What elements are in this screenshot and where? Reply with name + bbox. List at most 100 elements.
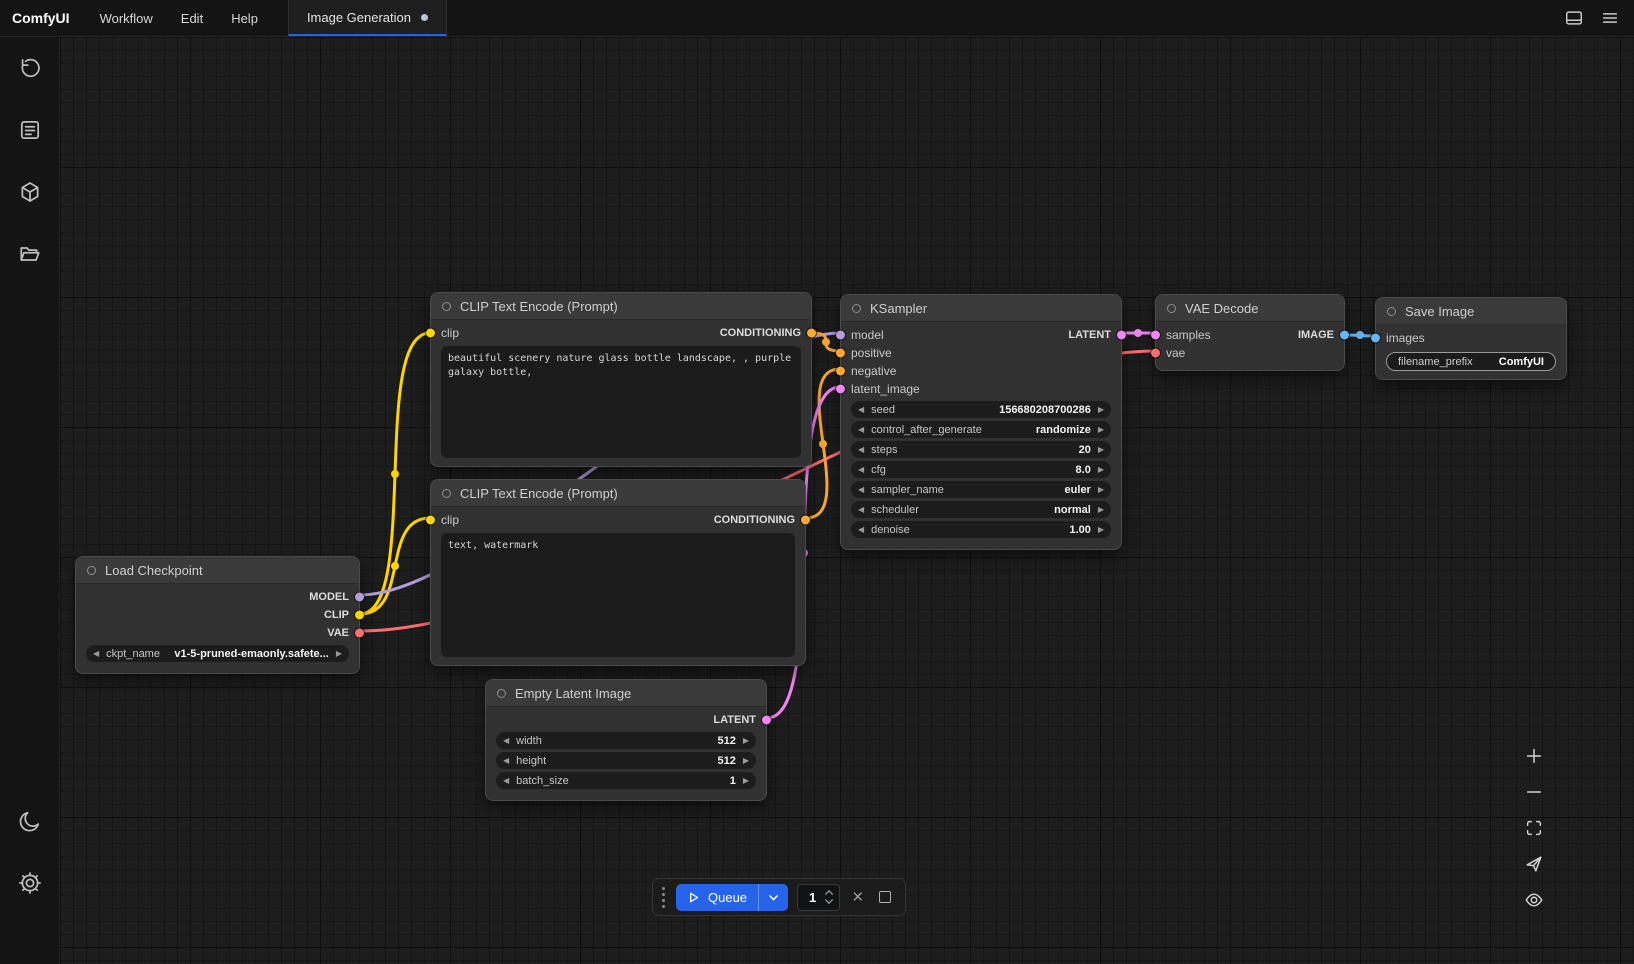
node-header[interactable]: Empty Latent Image bbox=[486, 680, 766, 707]
menu-edit[interactable]: Edit bbox=[167, 0, 217, 36]
fit-view-button[interactable] bbox=[1522, 816, 1546, 840]
prev-arrow-icon[interactable]: ◀ bbox=[858, 426, 864, 434]
port-images-input[interactable] bbox=[1371, 334, 1380, 343]
prev-arrow-icon[interactable]: ◀ bbox=[503, 737, 509, 745]
node-clip-text-encode-negative[interactable]: CLIP Text Encode (Prompt) clip CONDITION… bbox=[430, 479, 806, 666]
node-clip-text-encode-positive[interactable]: CLIP Text Encode (Prompt) clip CONDITION… bbox=[430, 292, 812, 467]
port-clip-input[interactable] bbox=[426, 516, 435, 525]
widget-sampler-name[interactable]: ◀ sampler_name euler ▶ bbox=[851, 481, 1111, 498]
port-vae-input[interactable] bbox=[1151, 349, 1160, 358]
port-clip-output[interactable] bbox=[355, 611, 364, 620]
next-arrow-icon[interactable]: ▶ bbox=[743, 777, 749, 785]
widget-ckpt-name[interactable]: ◀ ckpt_name v1-5-pruned-emaonly.safete..… bbox=[86, 645, 349, 662]
node-graph-canvas[interactable]: Load Checkpoint MODEL CLIP VAE ◀ ckpt_na… bbox=[60, 37, 1634, 964]
port-image-output[interactable] bbox=[1340, 331, 1349, 340]
prev-arrow-icon[interactable]: ◀ bbox=[503, 757, 509, 765]
panel-toggle-icon[interactable] bbox=[1558, 4, 1590, 32]
prev-arrow-icon[interactable]: ◀ bbox=[858, 466, 864, 474]
tab-image-generation[interactable]: Image Generation bbox=[288, 0, 447, 36]
prev-arrow-icon[interactable]: ◀ bbox=[503, 777, 509, 785]
collapse-dot-icon[interactable] bbox=[1387, 307, 1396, 316]
node-header[interactable]: CLIP Text Encode (Prompt) bbox=[431, 480, 805, 507]
collapse-dot-icon[interactable] bbox=[87, 566, 96, 575]
prev-arrow-icon[interactable]: ◀ bbox=[858, 406, 864, 414]
collapse-dot-icon[interactable] bbox=[852, 304, 861, 313]
port-clip-input[interactable] bbox=[426, 329, 435, 338]
next-arrow-icon[interactable]: ▶ bbox=[336, 650, 342, 658]
theme-moon-icon[interactable] bbox=[9, 800, 51, 842]
port-samples-input[interactable] bbox=[1151, 331, 1160, 340]
node-ksampler[interactable]: KSampler model LATENT positive negative … bbox=[840, 294, 1122, 550]
node-empty-latent-image[interactable]: Empty Latent Image LATENT ◀ width 512 ▶ … bbox=[485, 679, 767, 801]
next-arrow-icon[interactable]: ▶ bbox=[1098, 426, 1104, 434]
port-latent-output[interactable] bbox=[762, 716, 771, 725]
port-positive-input[interactable] bbox=[836, 349, 845, 358]
widget-steps[interactable]: ◀ steps 20 ▶ bbox=[851, 441, 1111, 458]
widget-scheduler[interactable]: ◀ scheduler normal ▶ bbox=[851, 501, 1111, 518]
prev-arrow-icon[interactable]: ◀ bbox=[858, 506, 864, 514]
widget-control-after-generate[interactable]: ◀ control_after_generate randomize ▶ bbox=[851, 421, 1111, 438]
prev-arrow-icon[interactable]: ◀ bbox=[858, 526, 864, 534]
node-library-icon[interactable] bbox=[9, 109, 51, 151]
count-decrement-icon[interactable] bbox=[824, 898, 834, 905]
prompt-textarea[interactable]: text, watermark bbox=[441, 533, 795, 657]
settings-gear-icon[interactable] bbox=[9, 862, 51, 904]
next-arrow-icon[interactable]: ▶ bbox=[1098, 466, 1104, 474]
menu-help[interactable]: Help bbox=[217, 0, 272, 36]
workflows-folder-icon[interactable] bbox=[9, 233, 51, 275]
node-load-checkpoint[interactable]: Load Checkpoint MODEL CLIP VAE ◀ ckpt_na… bbox=[75, 556, 360, 674]
collapse-dot-icon[interactable] bbox=[442, 489, 451, 498]
node-vae-decode[interactable]: VAE Decode samples IMAGE vae bbox=[1155, 294, 1345, 371]
history-icon[interactable] bbox=[9, 47, 51, 89]
node-header[interactable]: CLIP Text Encode (Prompt) bbox=[431, 293, 811, 320]
prev-arrow-icon[interactable]: ◀ bbox=[93, 650, 99, 658]
widget-denoise[interactable]: ◀ denoise 1.00 ▶ bbox=[851, 521, 1111, 538]
next-arrow-icon[interactable]: ▶ bbox=[743, 737, 749, 745]
select-mode-button[interactable] bbox=[1522, 852, 1546, 876]
zoom-out-button[interactable] bbox=[1522, 780, 1546, 804]
node-header[interactable]: Save Image bbox=[1376, 298, 1566, 325]
port-vae-output[interactable] bbox=[355, 629, 364, 638]
port-negative-input[interactable] bbox=[836, 367, 845, 376]
prev-arrow-icon[interactable]: ◀ bbox=[858, 446, 864, 454]
queue-button[interactable]: Queue bbox=[676, 884, 788, 911]
port-conditioning-output[interactable] bbox=[801, 516, 810, 525]
node-header[interactable]: KSampler bbox=[841, 295, 1121, 322]
drag-handle-icon[interactable] bbox=[660, 887, 667, 908]
collapse-dot-icon[interactable] bbox=[442, 302, 451, 311]
collapse-dot-icon[interactable] bbox=[1167, 304, 1176, 313]
widget-cfg[interactable]: ◀ cfg 8.0 ▶ bbox=[851, 461, 1111, 478]
menu-workflow[interactable]: Workflow bbox=[86, 0, 167, 36]
batch-count-input[interactable]: 1 bbox=[797, 884, 840, 911]
next-arrow-icon[interactable]: ▶ bbox=[1098, 406, 1104, 414]
node-header[interactable]: Load Checkpoint bbox=[76, 557, 359, 584]
port-model-input[interactable] bbox=[836, 331, 845, 340]
prompt-textarea[interactable]: beautiful scenery nature glass bottle la… bbox=[441, 346, 801, 458]
port-latent-output[interactable] bbox=[1117, 331, 1126, 340]
next-arrow-icon[interactable]: ▶ bbox=[1098, 446, 1104, 454]
node-header[interactable]: VAE Decode bbox=[1156, 295, 1344, 322]
count-increment-icon[interactable] bbox=[824, 889, 834, 896]
port-latent-image-input[interactable] bbox=[836, 385, 845, 394]
node-save-image[interactable]: Save Image images filename_prefix ComfyU… bbox=[1375, 297, 1567, 380]
model-library-icon[interactable] bbox=[9, 171, 51, 213]
port-model-output[interactable] bbox=[355, 593, 364, 602]
next-arrow-icon[interactable]: ▶ bbox=[1098, 506, 1104, 514]
widget-height[interactable]: ◀ height 512 ▶ bbox=[496, 752, 756, 769]
next-arrow-icon[interactable]: ▶ bbox=[743, 757, 749, 765]
prev-arrow-icon[interactable]: ◀ bbox=[858, 486, 864, 494]
toggle-link-visibility-button[interactable] bbox=[1522, 888, 1546, 912]
hamburger-menu-icon[interactable] bbox=[1594, 4, 1626, 32]
zoom-in-button[interactable] bbox=[1522, 744, 1546, 768]
widget-width[interactable]: ◀ width 512 ▶ bbox=[496, 732, 756, 749]
widget-batch-size[interactable]: ◀ batch_size 1 ▶ bbox=[496, 772, 756, 789]
collapse-dot-icon[interactable] bbox=[497, 689, 506, 698]
queue-options-chevron-icon[interactable] bbox=[758, 884, 788, 911]
port-conditioning-output[interactable] bbox=[807, 329, 816, 338]
cancel-run-icon[interactable]: × bbox=[849, 888, 866, 907]
next-arrow-icon[interactable]: ▶ bbox=[1098, 486, 1104, 494]
widget-seed[interactable]: ◀ seed 156680208700286 ▶ bbox=[851, 401, 1111, 418]
stop-icon[interactable] bbox=[879, 891, 891, 903]
widget-filename-prefix[interactable]: filename_prefix ComfyUI bbox=[1386, 352, 1556, 371]
next-arrow-icon[interactable]: ▶ bbox=[1098, 526, 1104, 534]
